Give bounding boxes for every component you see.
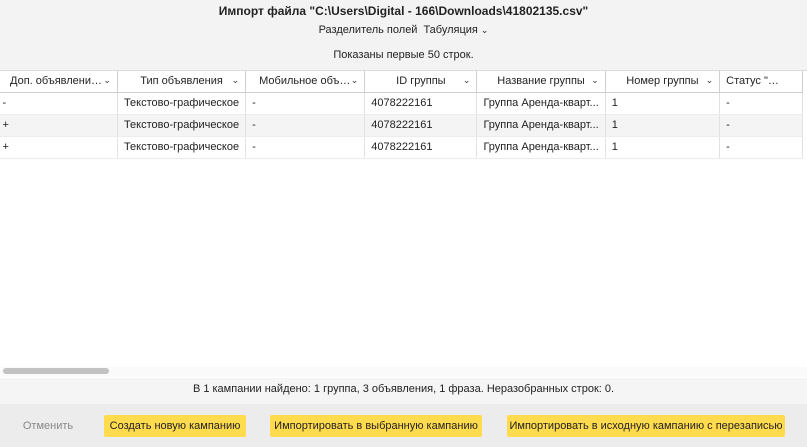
table-cell: - bbox=[245, 92, 366, 115]
column-header[interactable]: ID группы ⌄ bbox=[364, 71, 478, 93]
column-header[interactable]: Доп. объявление... ⌄ bbox=[0, 71, 118, 93]
chevron-down-icon[interactable]: ⌄ bbox=[232, 75, 240, 86]
table-cell: + bbox=[0, 114, 118, 137]
table-cell: Группа Аренда-кварт... bbox=[476, 114, 606, 137]
dialog-title: Импорт файла "C:\Users\Digital - 166\Dow… bbox=[218, 4, 589, 18]
table-row: + Текстово-графическое - 4078222161 Груп… bbox=[0, 136, 803, 159]
separator-label: Разделитель полей bbox=[318, 24, 418, 36]
chevron-down-icon[interactable]: ⌄ bbox=[706, 75, 714, 86]
create-campaign-button[interactable]: Создать новую кампанию bbox=[104, 415, 246, 437]
preview-table: Доп. объявление... ⌄ Тип объявления ⌄ Моби… bbox=[0, 70, 807, 378]
table-cell: - bbox=[719, 92, 803, 115]
table-cell: - bbox=[245, 136, 366, 159]
separator-dropdown[interactable]: Табуляция ⌄ bbox=[423, 24, 488, 36]
table-header-row: Доп. объявление... ⌄ Тип объявления ⌄ Моби… bbox=[0, 71, 803, 93]
dialog-header: Импорт файла "C:\Users\Digital - 166\Dow… bbox=[0, 0, 807, 70]
cancel-button[interactable]: Отменить bbox=[14, 415, 82, 437]
table-row: - Текстово-графическое - 4078222161 Груп… bbox=[0, 92, 803, 115]
import-summary: В 1 кампании найдено: 1 группа, 3 объявл… bbox=[192, 383, 615, 395]
separator-value: Табуляция bbox=[423, 24, 478, 36]
chevron-down-icon[interactable]: ⌄ bbox=[351, 75, 359, 86]
import-selected-button[interactable]: Импортировать в выбранную кампанию bbox=[270, 415, 482, 437]
column-header[interactable]: Номер группы ⌄ bbox=[604, 71, 721, 93]
table-cell: Текстово-графическое bbox=[117, 114, 247, 137]
table-cell: Текстово-графическое bbox=[117, 136, 247, 159]
dialog-footer: Отменить Создать новую кампанию Импортир… bbox=[0, 404, 807, 447]
table-cell: 1 bbox=[605, 92, 721, 115]
table-cell: 4078222161 bbox=[364, 92, 478, 115]
table-cell: 1 bbox=[605, 136, 721, 159]
table-cell: Группа Аренда-кварт... bbox=[476, 136, 606, 159]
separator-row: Разделитель полей Табуляция ⌄ bbox=[0, 24, 807, 36]
chevron-down-icon[interactable]: ⌄ bbox=[463, 75, 471, 86]
table-cell: - bbox=[0, 92, 118, 115]
scrollbar-thumb[interactable] bbox=[3, 368, 109, 374]
chevron-down-icon: ⌄ bbox=[480, 25, 489, 35]
table-cell: Группа Аренда-кварт... bbox=[476, 92, 606, 115]
column-header[interactable]: Статус "Мало bbox=[719, 71, 803, 93]
import-original-button[interactable]: Импортировать в исходную кампанию с пере… bbox=[507, 415, 785, 437]
table-row: + Текстово-графическое - 4078222161 Груп… bbox=[0, 114, 803, 137]
chevron-down-icon[interactable]: ⌄ bbox=[591, 75, 599, 86]
chevron-down-icon[interactable]: ⌄ bbox=[103, 75, 111, 86]
table-cell: - bbox=[719, 114, 803, 137]
column-header[interactable]: Название группы ⌄ bbox=[476, 71, 606, 93]
column-header[interactable]: Мобильное объя... ⌄ bbox=[245, 71, 366, 93]
table-cell: Текстово-графическое bbox=[117, 92, 247, 115]
horizontal-scrollbar[interactable] bbox=[0, 367, 807, 377]
table-cell: - bbox=[245, 114, 366, 137]
table-cell: - bbox=[719, 136, 803, 159]
table-cell: + bbox=[0, 136, 118, 159]
shown-rows-note: Показаны первые 50 строк. bbox=[333, 49, 474, 61]
table-cell: 4078222161 bbox=[364, 136, 478, 159]
table-cell: 1 bbox=[605, 114, 721, 137]
column-header[interactable]: Тип объявления ⌄ bbox=[116, 71, 247, 93]
table-cell: 4078222161 bbox=[364, 114, 478, 137]
